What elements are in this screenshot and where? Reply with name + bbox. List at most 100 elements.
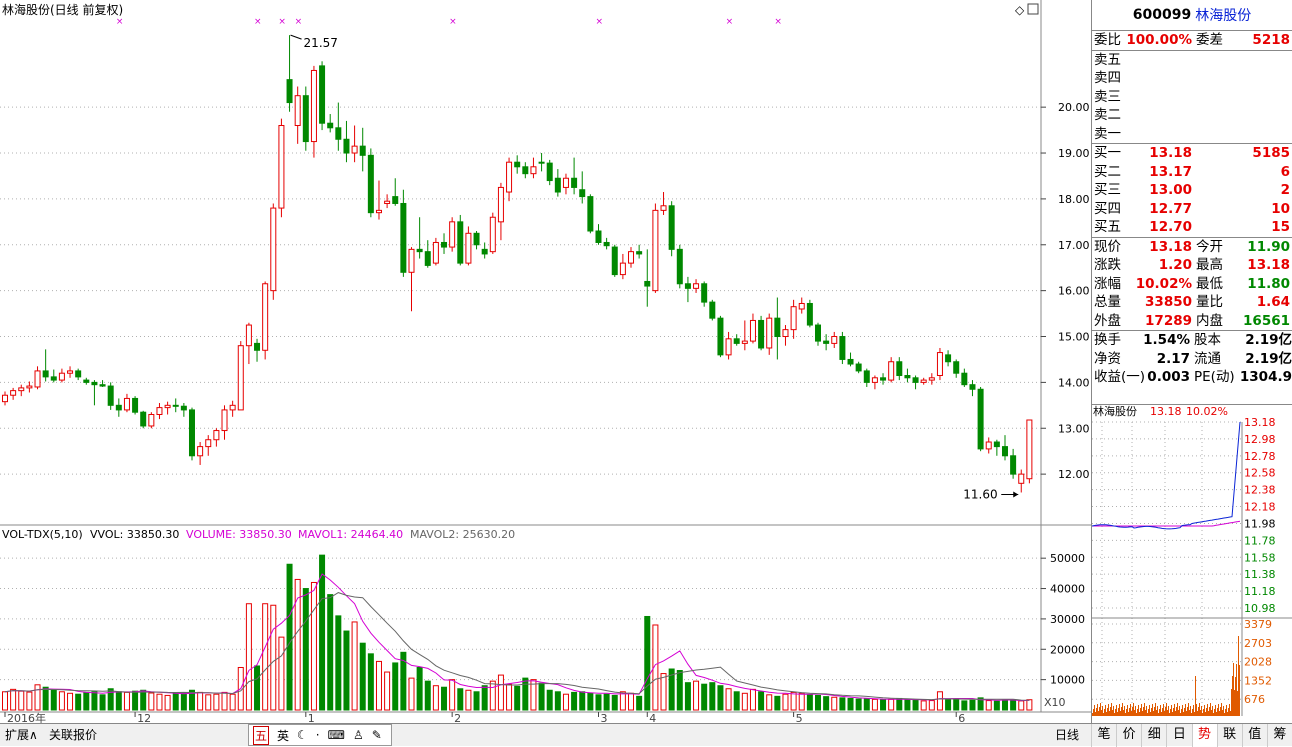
- buy-price: 13.17: [1149, 163, 1192, 180]
- volume-bar: [180, 693, 187, 711]
- mini-price-tick: 12.38: [1244, 484, 1276, 497]
- candle-body: [579, 189, 586, 198]
- candle-body: [815, 324, 821, 342]
- candle-body: [717, 317, 724, 356]
- mini-price-tick: 12.98: [1244, 433, 1276, 446]
- ime-english-icon[interactable]: 英: [277, 727, 289, 744]
- ime-wubi-icon[interactable]: 五: [253, 725, 270, 745]
- volume-bar: [628, 692, 635, 711]
- candle-body: [701, 283, 708, 303]
- volume-bar: [993, 700, 1000, 711]
- quote-tabs: 笔 价 细 日 势 联 值 筹: [1091, 724, 1292, 747]
- ime-moon-icon[interactable]: ☾: [297, 728, 308, 742]
- volume-bar: [221, 691, 228, 711]
- candle-body: [562, 177, 569, 188]
- ime-dot-icon[interactable]: ·: [316, 728, 320, 742]
- tab-value[interactable]: 值: [1241, 724, 1267, 747]
- volume-bar: [798, 692, 805, 711]
- info-marker: ×: [116, 17, 124, 27]
- stat-value: 17289: [1145, 312, 1192, 329]
- volume-bar: [806, 694, 813, 711]
- price-tick-label: 19.00: [1058, 147, 1090, 160]
- candle-body: [969, 384, 976, 390]
- volume-tick-label: 10000: [1050, 674, 1085, 687]
- candle-body: [91, 381, 98, 386]
- candle-body: [375, 209, 382, 214]
- fund-label: 流通: [1194, 350, 1221, 367]
- buy-volume: 10: [1271, 200, 1290, 217]
- candle-body: [611, 246, 618, 276]
- candle-body: [140, 411, 147, 427]
- mavol2-value: MAVOL2: 25630.20: [410, 528, 515, 541]
- weibi-row: 委比 100.00% 委差 5218: [1094, 32, 1290, 48]
- candle-body: [506, 161, 513, 193]
- volume-bar: [896, 697, 903, 711]
- volume-bar: [1026, 699, 1033, 711]
- mini-vol-tick: 3379: [1244, 618, 1272, 631]
- ime-tool-icon[interactable]: ✎: [372, 728, 382, 742]
- candle-body: [546, 162, 553, 182]
- volume-bar: [327, 594, 334, 711]
- buy-label: 买五: [1094, 219, 1121, 235]
- tab-detail[interactable]: 细: [1141, 724, 1166, 747]
- sell-row: 卖二: [1092, 106, 1292, 125]
- candle-body: [660, 205, 667, 211]
- buy-label: 买一: [1094, 145, 1121, 161]
- tab-chips[interactable]: 筹: [1266, 724, 1292, 747]
- candle-body: [465, 232, 472, 264]
- intraday-chart[interactable]: 林海股份 13.18 10.02% 13.18 12.98 12.78 12.58 12…: [1092, 404, 1292, 723]
- buy-price: 12.70: [1149, 219, 1192, 235]
- stat-row: 涨幅 10.02% 最低 11.80: [1092, 275, 1292, 294]
- tab-trades[interactable]: 笔: [1091, 724, 1116, 747]
- ime-user-icon[interactable]: ♙: [353, 728, 364, 742]
- quote-stats: 现价 13.18 今开 11.90 涨跌 1.20 最高 13.18 涨幅 10.02% 最低 11.…: [1092, 238, 1292, 331]
- expand-button[interactable]: 扩展∧: [2, 726, 41, 744]
- candle-body: [229, 404, 236, 411]
- candle-body: [839, 336, 846, 360]
- volume-value: VOLUME: 33850.30: [186, 528, 292, 541]
- volume-bar: [684, 682, 691, 711]
- fund-label: 换手: [1094, 332, 1121, 348]
- stat-row: 总量 33850 量比 1.64: [1092, 293, 1292, 312]
- volume-bar: [262, 603, 269, 711]
- related-quotes-button[interactable]: 关联报价: [46, 726, 100, 744]
- volume-bar: [481, 685, 488, 711]
- tab-price[interactable]: 价: [1116, 724, 1141, 747]
- kline-chart[interactable]: 林海股份(日线 前复权) ◇ 12.00 13.00 14.00 15.00 16.00…: [0, 0, 1091, 723]
- ime-keyboard-icon[interactable]: ⌨: [328, 728, 345, 742]
- x-tick-label: 12: [137, 712, 151, 723]
- candle-body: [806, 302, 813, 326]
- volume-bar: [213, 693, 220, 711]
- info-marker: ×: [774, 17, 782, 27]
- candle-body: [953, 361, 960, 374]
- candle-body: [156, 407, 163, 415]
- mini-vol-tick: 1352: [1244, 674, 1272, 687]
- volume-tick-label: 50000: [1050, 552, 1085, 565]
- candle-body: [172, 404, 179, 407]
- volume-bar: [554, 691, 561, 711]
- tab-trend[interactable]: 势: [1191, 724, 1217, 747]
- diamond-icon[interactable]: ◇: [1015, 3, 1025, 17]
- candle-body: [449, 221, 456, 248]
- candle-body: [855, 363, 862, 372]
- volume-bar: [880, 699, 887, 711]
- tab-daily[interactable]: 日: [1166, 724, 1191, 747]
- period-button[interactable]: 日线: [1052, 726, 1082, 744]
- candle-body: [693, 283, 700, 289]
- stat-label: 涨幅: [1094, 275, 1121, 292]
- mini-vol-tick: 2028: [1244, 656, 1272, 669]
- volume-bar: [132, 690, 139, 711]
- info-marker: ×: [595, 17, 603, 27]
- volume-bar: [522, 677, 529, 711]
- candle-body: [538, 161, 545, 164]
- stat-value: 11.90: [1247, 238, 1290, 255]
- volume-bar: [782, 693, 789, 711]
- buy-row: 买二 13.17 6: [1092, 163, 1292, 182]
- candle-body: [2, 394, 8, 403]
- tab-related[interactable]: 联: [1216, 724, 1242, 747]
- volume-bar: [636, 695, 643, 711]
- fund-label: 净资: [1094, 350, 1121, 367]
- vol-indicator-name: VOL-TDX(5,10): [2, 528, 83, 541]
- volume-bar: [42, 686, 49, 711]
- ime-toolbar[interactable]: 五 英 ☾ · ⌨ ♙ ✎: [248, 724, 392, 746]
